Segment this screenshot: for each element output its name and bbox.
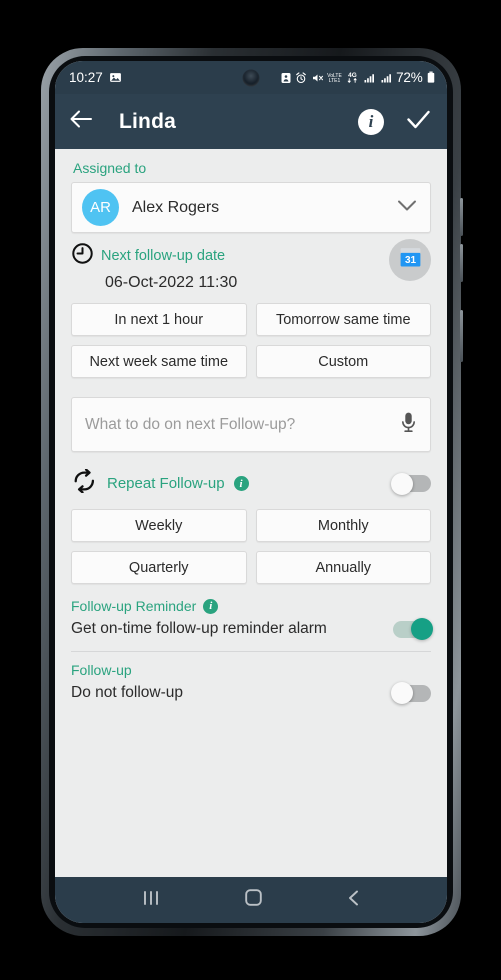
repeat-option-weekly[interactable]: Weekly bbox=[71, 509, 247, 542]
followup-section: Follow-up Do not follow-up bbox=[55, 652, 447, 704]
battery-percent: 72% bbox=[396, 70, 423, 85]
toggle-knob bbox=[391, 472, 413, 495]
status-bar-right: VoLTE LTE1 4G 72% bbox=[280, 70, 436, 85]
quick-option-tomorrow-same-time[interactable]: Tomorrow same time bbox=[255, 303, 431, 336]
followup-reminder-description: Get on-time follow-up reminder alarm bbox=[71, 620, 327, 637]
chevron-down-icon[interactable] bbox=[397, 199, 417, 217]
toggle-knob bbox=[391, 682, 413, 704]
repeat-icon bbox=[71, 468, 98, 498]
battery-icon bbox=[426, 71, 436, 84]
info-icon[interactable]: i bbox=[358, 108, 384, 135]
quick-option-in-next-1-hour[interactable]: In next 1 hour bbox=[71, 303, 247, 336]
svg-text:LTE1: LTE1 bbox=[329, 78, 341, 84]
home-icon[interactable] bbox=[244, 888, 263, 912]
repeat-option-annually[interactable]: Annually bbox=[255, 551, 431, 584]
volte-icon: VoLTE LTE1 bbox=[327, 71, 342, 84]
calendar-picker-button[interactable]: 31 bbox=[389, 239, 431, 281]
phone-frame: 10:27 VoLTE LTE1 4G 72% Linda i Assigned… bbox=[41, 48, 463, 936]
followup-reminder-header: Follow-up Reminder i bbox=[71, 598, 431, 614]
back-arrow-icon[interactable] bbox=[69, 109, 93, 134]
next-followup-date-block: Next follow-up date 06-Oct-2022 11:30 31 bbox=[71, 233, 431, 292]
next-followup-header: Next follow-up date bbox=[71, 242, 431, 270]
calendar-icon: 31 bbox=[398, 245, 423, 275]
volume-mute-icon bbox=[311, 72, 324, 84]
avatar: AR bbox=[82, 189, 119, 226]
app-bar-actions: i bbox=[358, 108, 431, 135]
followup-row[interactable]: Do not follow-up bbox=[71, 678, 431, 704]
followup-note-input[interactable] bbox=[85, 415, 400, 434]
svg-text:31: 31 bbox=[404, 255, 416, 266]
do-not-followup-toggle[interactable] bbox=[391, 682, 431, 704]
repeat-followup-label: Repeat Follow-up bbox=[107, 475, 225, 492]
app-bar: Linda i bbox=[55, 94, 447, 149]
status-bar-left: 10:27 bbox=[69, 70, 122, 85]
status-time: 10:27 bbox=[69, 70, 103, 85]
status-bar: 10:27 VoLTE LTE1 4G 72% bbox=[55, 61, 447, 94]
repeat-followup-toggle[interactable] bbox=[391, 472, 431, 495]
repeat-followup-row: Repeat Follow-up i bbox=[71, 452, 431, 498]
repeat-followup-section: Repeat Follow-up i Weekly Monthly Quarte… bbox=[55, 452, 447, 584]
assigned-to-select[interactable]: AR Alex Rogers bbox=[71, 182, 431, 233]
microphone-icon[interactable] bbox=[400, 411, 417, 439]
front-camera-punch-hole bbox=[242, 69, 260, 86]
followup-reminder-toggle[interactable] bbox=[393, 618, 433, 640]
check-icon[interactable] bbox=[406, 109, 431, 135]
4g-data-icon: 4G bbox=[346, 71, 360, 84]
repeat-info-icon[interactable]: i bbox=[233, 476, 249, 491]
power-button[interactable] bbox=[460, 310, 463, 362]
photo-icon bbox=[109, 71, 122, 84]
page-title: Linda bbox=[119, 109, 176, 133]
quick-option-custom[interactable]: Custom bbox=[255, 345, 431, 378]
signal-sim1-icon bbox=[363, 72, 376, 84]
alarm-icon bbox=[295, 71, 307, 84]
quick-date-options: In next 1 hour Tomorrow same time Next w… bbox=[71, 292, 431, 378]
assigned-to-name: Alex Rogers bbox=[132, 198, 220, 216]
clock-icon bbox=[71, 242, 94, 270]
followup-reminder-section: Follow-up Reminder i Get on-time follow-… bbox=[55, 584, 447, 652]
quick-option-next-week-same-time[interactable]: Next week same time bbox=[71, 345, 247, 378]
recents-icon[interactable] bbox=[141, 889, 161, 912]
app-notification-icon bbox=[280, 72, 292, 84]
next-followup-section: Next follow-up date 06-Oct-2022 11:30 31 bbox=[55, 233, 447, 452]
followup-reminder-info-icon[interactable]: i bbox=[203, 598, 219, 614]
followup-header: Follow-up bbox=[71, 662, 431, 678]
toggle-knob bbox=[411, 618, 433, 640]
assigned-to-section: Assigned to AR Alex Rogers bbox=[55, 149, 447, 233]
phone-screen: 10:27 VoLTE LTE1 4G 72% Linda i Assigned… bbox=[55, 61, 447, 923]
followup-reminder-label: Follow-up Reminder bbox=[71, 598, 197, 614]
followup-note-field[interactable] bbox=[71, 397, 431, 452]
followup-description: Do not follow-up bbox=[71, 684, 184, 701]
repeat-option-monthly[interactable]: Monthly bbox=[255, 509, 431, 542]
volume-up-button[interactable] bbox=[460, 198, 463, 236]
followup-label: Follow-up bbox=[71, 662, 132, 678]
signal-sim2-icon bbox=[380, 72, 393, 84]
next-followup-label: Next follow-up date bbox=[101, 248, 226, 264]
repeat-frequency-options: Weekly Monthly Quarterly Annually bbox=[71, 498, 431, 584]
next-followup-date-value[interactable]: 06-Oct-2022 11:30 bbox=[71, 270, 431, 292]
back-icon[interactable] bbox=[346, 889, 362, 912]
volume-down-button[interactable] bbox=[460, 244, 463, 282]
repeat-option-quarterly[interactable]: Quarterly bbox=[71, 551, 247, 584]
android-nav-bar bbox=[55, 877, 447, 923]
followup-reminder-row[interactable]: Get on-time follow-up reminder alarm bbox=[71, 614, 433, 640]
svg-text:4G: 4G bbox=[348, 72, 357, 79]
form-content: Assigned to AR Alex Rogers Next follow-u… bbox=[55, 149, 447, 877]
assigned-to-label: Assigned to bbox=[73, 160, 147, 176]
